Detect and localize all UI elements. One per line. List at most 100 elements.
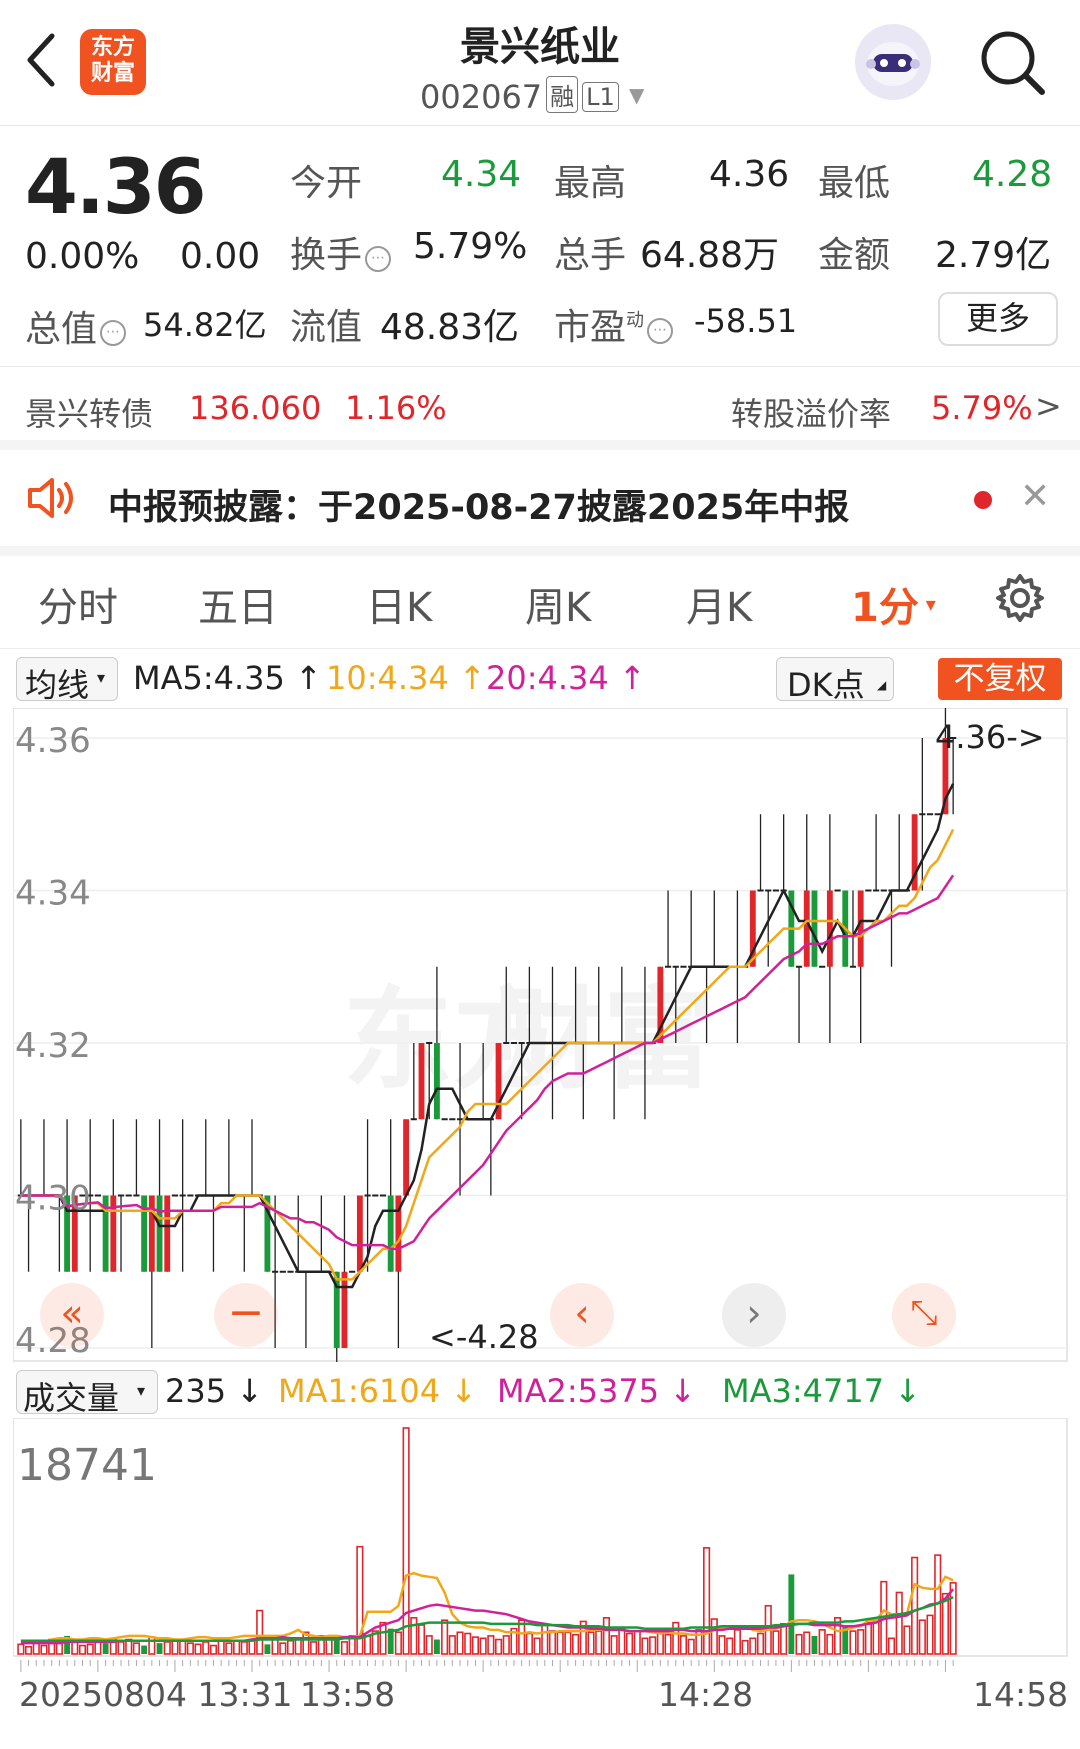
high-label: 最高: [554, 163, 627, 204]
volume-bar: [772, 1630, 780, 1655]
premium-value: 5.79%: [931, 389, 1033, 427]
volume-bar: [756, 1632, 765, 1655]
volume-current: 235 ↓: [165, 1372, 263, 1410]
volume-bar: [40, 1644, 48, 1655]
volume-bar: [602, 1617, 611, 1655]
gear-icon: [996, 574, 1044, 622]
bond-name[interactable]: 景兴转债: [25, 389, 153, 435]
chevron-left-icon: [27, 33, 55, 87]
vol-ma3-value: MA3:4717: [722, 1372, 885, 1410]
volume-bar: [641, 1637, 649, 1655]
candle-body: [418, 1043, 425, 1120]
volume-bar: [363, 1635, 372, 1655]
volume-bar: [163, 1641, 171, 1655]
unread-dot: [974, 491, 992, 509]
notice-text[interactable]: 中报预披露：于2025-08-27披露2025年中报: [108, 479, 849, 530]
robot-assistant-icon[interactable]: [855, 24, 931, 100]
search-icon: [981, 31, 1045, 95]
dk-point-button[interactable]: DK点 ◢: [776, 657, 894, 704]
max-price-label: 4.36->: [935, 718, 1045, 756]
speaker-icon: [26, 474, 78, 526]
volume-bar: [703, 1547, 711, 1655]
volume-bar: [556, 1631, 564, 1655]
volume-bar: [471, 1636, 480, 1655]
high-value: 4.36: [709, 154, 790, 195]
logo-line2: 财富: [90, 61, 135, 86]
volume-bar: [78, 1644, 87, 1655]
chevron-right-icon[interactable]: >: [1035, 387, 1062, 425]
indicator-dropdown[interactable]: 成交量 ▾: [16, 1370, 158, 1417]
up-arrow-icon: ↑: [295, 659, 322, 697]
volume-bar: [525, 1632, 533, 1655]
volume-bar: [826, 1633, 834, 1655]
scroll-left-fast-button[interactable]: «: [40, 1283, 104, 1347]
volume-bar: [911, 1556, 919, 1655]
divider: [0, 648, 1080, 649]
close-icon[interactable]: ✕: [1020, 476, 1050, 517]
no-adjust-button[interactable]: 不复权: [938, 658, 1062, 700]
volume-bar: [741, 1639, 749, 1655]
caret-down-icon: ▾: [97, 668, 106, 687]
volume-bar: [86, 1643, 94, 1655]
volume-bar: [788, 1574, 795, 1654]
candle-body: [403, 1119, 410, 1196]
caret-down-icon[interactable]: ▼: [629, 83, 644, 107]
open-label: 今开: [290, 163, 363, 204]
ma-dropdown[interactable]: 均线 ▾: [16, 657, 118, 704]
app-logo: 东方 财富: [80, 29, 146, 95]
price-chart[interactable]: 东方 财富 4.364.344.324.304.28 4.36-> <-4.28: [13, 708, 1068, 1362]
info-icon[interactable]: ⋯: [100, 320, 127, 346]
volume-bar: [803, 1631, 811, 1655]
settings-button[interactable]: [994, 572, 1046, 628]
scroll-left-button[interactable]: ‹: [550, 1283, 614, 1347]
mktcap-value: 54.82亿: [143, 306, 267, 344]
more-button[interactable]: 更多: [938, 292, 1058, 346]
search-button[interactable]: [978, 28, 1048, 98]
zoom-out-button[interactable]: −: [214, 1283, 278, 1347]
tab-monthly-k[interactable]: 月K: [686, 575, 752, 633]
volume-bar: [456, 1631, 464, 1655]
volume-current-value: 235: [165, 1372, 227, 1410]
volume-bar: [441, 1619, 449, 1655]
pe-label: 市盈动 ⋯: [554, 298, 674, 350]
volume-bar: [379, 1621, 387, 1655]
tab-daily-k[interactable]: 日K: [366, 575, 432, 633]
caret-down-icon: ▾: [918, 592, 936, 616]
info-icon[interactable]: ⋯: [647, 318, 674, 344]
candle-body: [857, 890, 864, 967]
low-label: 最低: [818, 163, 891, 204]
volume-value: 64.88万: [640, 235, 780, 276]
tab-weekly-k[interactable]: 周K: [525, 575, 591, 633]
fullscreen-icon[interactable]: ⤡: [892, 1283, 956, 1347]
volume-bar: [949, 1582, 957, 1655]
time-label-start: 20250804 13:31: [19, 1675, 293, 1714]
candle-body: [148, 1195, 155, 1272]
candle-body: [341, 1271, 348, 1348]
volume-bar: [448, 1635, 456, 1655]
volume-bar: [410, 1617, 418, 1655]
scroll-right-button[interactable]: ›: [722, 1283, 786, 1347]
volume-bar: [864, 1621, 872, 1655]
vol-ma2-value: MA2:5375: [497, 1372, 660, 1410]
info-icon[interactable]: ⋯: [365, 246, 392, 272]
tab-1min[interactable]: 1分 ▾: [851, 575, 936, 633]
ma-dropdown-label: 均线: [25, 666, 90, 704]
volume-bar: [818, 1629, 826, 1655]
volume-bar: [479, 1637, 487, 1655]
vol-ma3-line: [20, 1595, 954, 1642]
caret-down-icon: ▾: [137, 1381, 146, 1400]
volume-bar: [811, 1635, 818, 1654]
tab-intraday[interactable]: 分时: [38, 575, 118, 633]
volume-bar: [202, 1641, 210, 1655]
volume-bar: [394, 1631, 402, 1655]
back-button[interactable]: [22, 30, 82, 94]
volume-chart[interactable]: 18741: [13, 1418, 1068, 1658]
volume-bar: [618, 1627, 626, 1655]
volume-bar: [340, 1641, 349, 1655]
section-gap: [0, 440, 1080, 450]
candle-body: [356, 1195, 363, 1272]
candle-body: [433, 1043, 440, 1120]
up-arrow-icon: ↑: [458, 659, 486, 697]
tab-five-day[interactable]: 五日: [198, 575, 278, 633]
indicator-dropdown-label: 成交量: [23, 1379, 120, 1417]
